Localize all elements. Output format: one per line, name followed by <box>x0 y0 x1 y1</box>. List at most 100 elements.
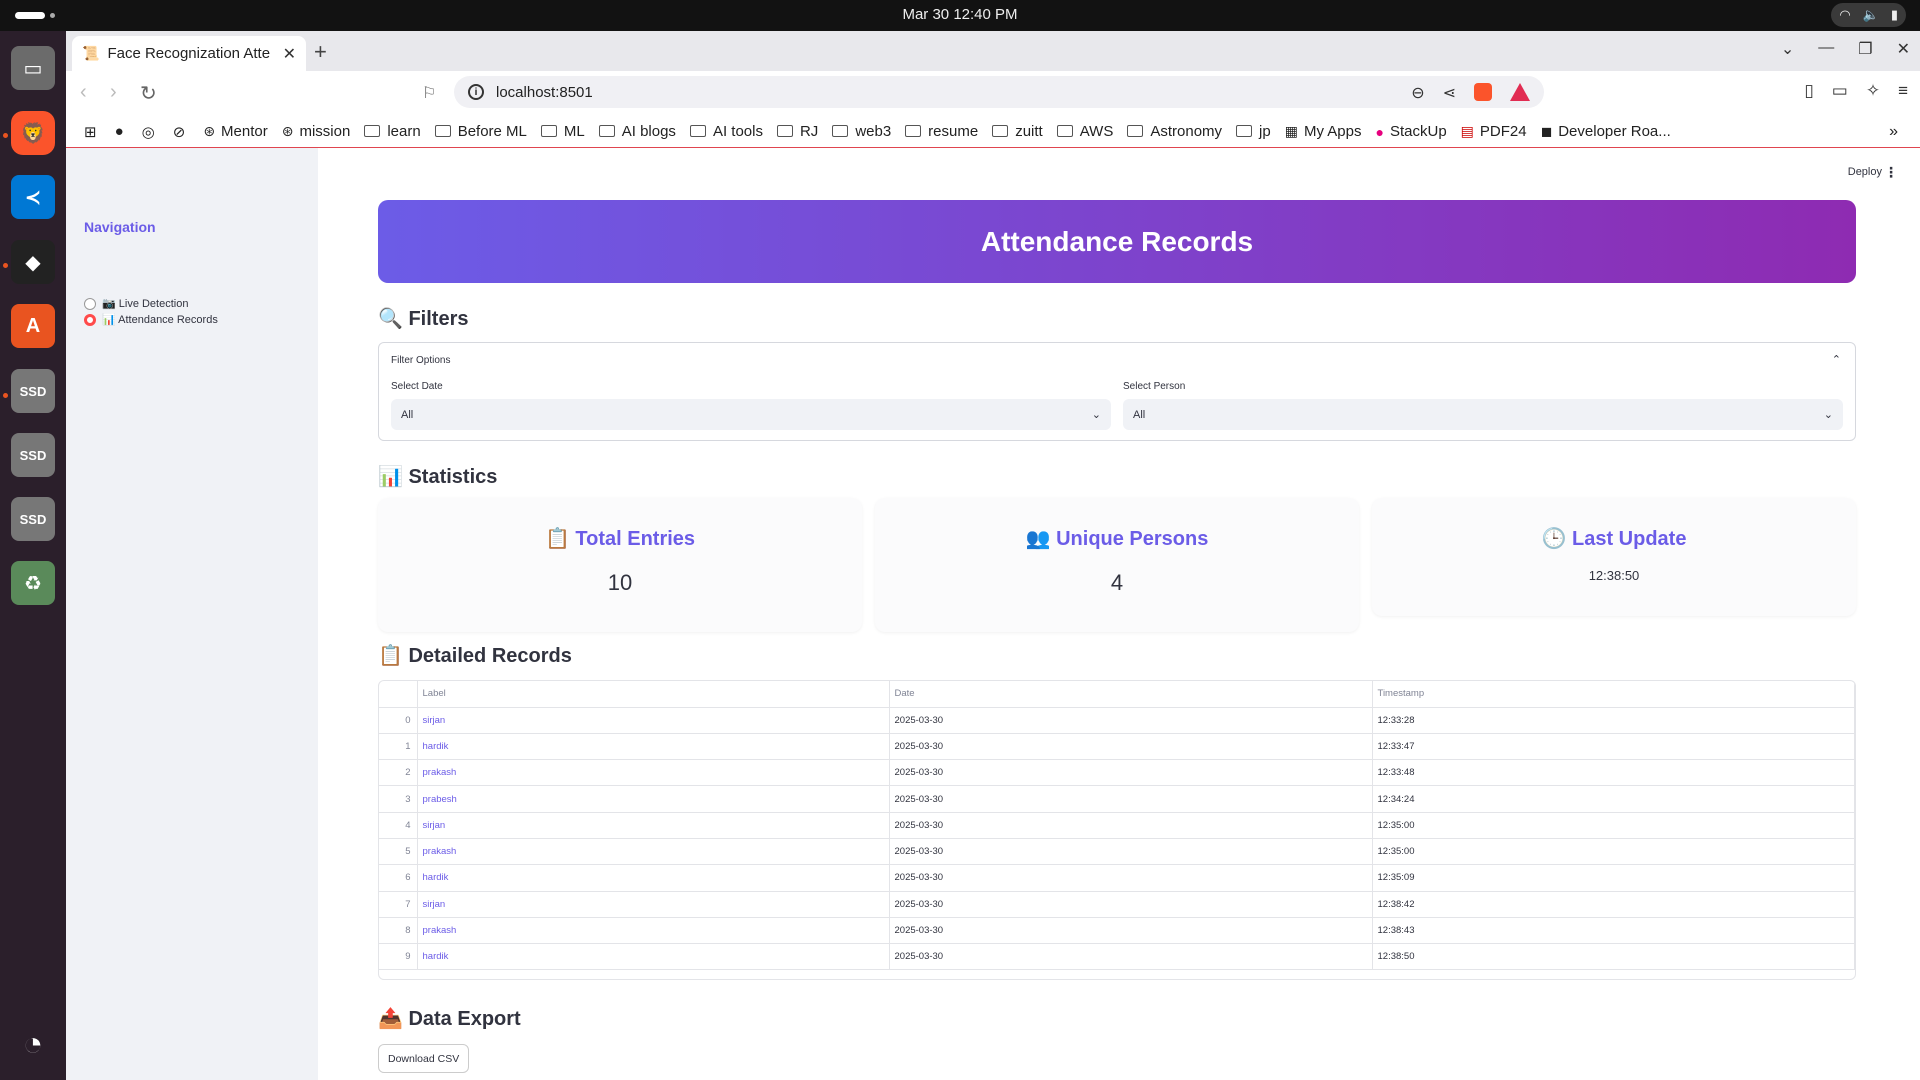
bookmark-folder[interactable]: zuitt <box>992 123 1043 140</box>
bookmark-my-apps[interactable]: ▦ My Apps <box>1285 123 1362 140</box>
target-icon[interactable]: ◎ <box>142 123 155 141</box>
cell-timestamp[interactable]: 12:38:43 <box>1372 917 1855 945</box>
cell-label[interactable]: sirjan <box>417 891 890 918</box>
bookmark-folder[interactable]: web3 <box>832 123 891 140</box>
new-tab-icon[interactable]: + <box>314 39 327 65</box>
deploy-button[interactable]: Deploy <box>1848 166 1882 178</box>
cell-timestamp[interactable]: 12:33:48 <box>1372 759 1855 787</box>
table-row[interactable]: 8 prakash 2025-03-30 12:38:43 <box>379 917 1855 945</box>
table-row[interactable]: 1 hardik 2025-03-30 12:33:47 <box>379 733 1855 761</box>
column-header-label[interactable]: Label <box>417 681 890 708</box>
bookmark-folder[interactable]: jp <box>1236 123 1271 140</box>
cell-date[interactable]: 2025-03-30 <box>889 759 1373 787</box>
maximize-icon[interactable]: ❐ <box>1858 39 1872 59</box>
wallet-icon[interactable]: ▭ <box>1832 81 1848 101</box>
cell-label[interactable]: sirjan <box>417 707 890 734</box>
trash-icon[interactable]: ♻ <box>11 561 55 605</box>
radio-circle[interactable] <box>84 297 96 310</box>
table-row[interactable]: 7 sirjan 2025-03-30 12:38:42 <box>379 891 1855 918</box>
cell-label[interactable]: hardik <box>417 864 890 892</box>
brave-rewards-icon[interactable] <box>1510 83 1530 101</box>
extensions-icon[interactable]: ✧ <box>1866 81 1880 101</box>
cell-label[interactable]: sirjan <box>417 812 890 839</box>
radio-circle-selected[interactable] <box>84 313 96 326</box>
cell-timestamp[interactable]: 12:34:24 <box>1372 785 1855 813</box>
cell-date[interactable]: 2025-03-30 <box>889 733 1373 761</box>
bookmark-mission[interactable]: ⊛ mission <box>282 123 351 140</box>
cell-date[interactable]: 2025-03-30 <box>889 917 1373 945</box>
select-date-dropdown[interactable]: All ⌄ <box>391 399 1111 430</box>
back-icon[interactable]: ‹ <box>80 81 87 104</box>
table-row[interactable]: 6 hardik 2025-03-30 12:35:09 <box>379 864 1855 892</box>
cell-date[interactable]: 2025-03-30 <box>889 785 1373 813</box>
cell-label[interactable]: prakash <box>417 759 890 787</box>
table-row[interactable]: 3 prabesh 2025-03-30 12:34:24 <box>379 785 1855 813</box>
cell-timestamp[interactable]: 12:35:00 <box>1372 812 1855 839</box>
table-row[interactable]: 5 prakash 2025-03-30 12:35:00 <box>379 838 1855 866</box>
cell-date[interactable]: 2025-03-30 <box>889 707 1373 734</box>
cell-date[interactable]: 2025-03-30 <box>889 864 1373 892</box>
active-tab[interactable]: 📜 Face Recognization Atte ✕ <box>72 36 306 71</box>
bookmark-icon[interactable]: ⚐ <box>422 83 436 103</box>
radio-live-detection[interactable]: 📷 Live Detection <box>84 297 188 310</box>
expander-title[interactable]: Filter Options <box>391 355 450 366</box>
bookmark-developer-roadmap[interactable]: ◼ Developer Roa... <box>1541 123 1671 140</box>
site-info-icon[interactable]: i <box>468 84 484 100</box>
select-person-dropdown[interactable]: All ⌄ <box>1123 399 1843 430</box>
cell-date[interactable]: 2025-03-30 <box>889 838 1373 866</box>
reload-icon[interactable]: ↻ <box>140 81 157 106</box>
forward-icon[interactable]: › <box>110 81 117 104</box>
ssd-drive-icon[interactable]: SSD <box>11 433 55 477</box>
tab-search-icon[interactable]: ⌄ <box>1781 39 1794 59</box>
download-csv-button[interactable]: Download CSV <box>378 1044 470 1073</box>
bookmark-folder[interactable]: Before ML <box>434 123 527 140</box>
bookmark-folder[interactable]: Astronomy <box>1127 123 1222 140</box>
brave-browser-icon[interactable]: 🦁 <box>11 111 55 155</box>
bookmark-folder[interactable]: AI tools <box>689 123 763 140</box>
cell-timestamp[interactable]: 12:33:47 <box>1372 733 1855 761</box>
cell-label[interactable]: prakash <box>417 917 890 945</box>
bookmark-stackup[interactable]: ● StackUp <box>1376 123 1447 140</box>
cell-timestamp[interactable]: 12:38:42 <box>1372 891 1855 918</box>
close-tab-icon[interactable]: ✕ <box>283 44 296 64</box>
records-table[interactable]: Label Date Timestamp 0 sirjan 2025-03-30 12… <box>378 680 1856 980</box>
cell-date[interactable]: 2025-03-30 <box>889 812 1373 839</box>
ssd-drive-icon[interactable]: SSD <box>11 497 55 541</box>
zoom-icon[interactable]: ⊖ <box>1411 83 1424 103</box>
column-header-date[interactable]: Date <box>889 681 1373 708</box>
share-icon[interactable]: ⋖ <box>1443 83 1456 103</box>
cell-timestamp[interactable]: 12:38:50 <box>1372 943 1855 971</box>
bookmark-pdf24[interactable]: ▤ PDF24 <box>1461 123 1527 140</box>
minimize-icon[interactable]: — <box>1818 39 1834 59</box>
cell-label[interactable]: prakash <box>417 838 890 866</box>
cell-timestamp[interactable]: 12:35:00 <box>1372 838 1855 866</box>
app-center-icon[interactable]: A <box>11 304 55 348</box>
bookmark-folder[interactable]: ML <box>540 123 585 140</box>
bookmark-folder[interactable]: learn <box>364 123 421 140</box>
column-header-timestamp[interactable]: Timestamp <box>1372 681 1855 708</box>
radio-attendance-records[interactable]: 📊 Attendance Records <box>84 313 218 326</box>
slash-icon[interactable]: ⊘ <box>173 123 186 141</box>
show-apps-icon[interactable]: ◔ <box>11 1022 55 1066</box>
sidebar-toggle-icon[interactable]: ▯ <box>1804 81 1813 101</box>
files-icon[interactable]: ▭ <box>11 46 55 90</box>
bookmark-mentor[interactable]: ⊛ Mentor <box>203 123 267 140</box>
cell-label[interactable]: prabesh <box>417 785 890 813</box>
table-row[interactable]: 0 sirjan 2025-03-30 12:33:28 <box>379 707 1855 734</box>
bookmark-folder[interactable]: AI blogs <box>598 123 676 140</box>
system-tray[interactable]: ◠ 🔈 ▮ <box>1831 3 1906 27</box>
bookmark-folder[interactable]: resume <box>905 123 978 140</box>
cell-timestamp[interactable]: 12:33:28 <box>1372 707 1855 734</box>
table-row[interactable]: 9 hardik 2025-03-30 12:38:50 <box>379 943 1855 971</box>
chevron-up-icon[interactable]: ⌃ <box>1832 353 1841 366</box>
cell-label[interactable]: hardik <box>417 733 890 761</box>
address-bar[interactable]: i localhost:8501 ⊖ ⋖ <box>454 76 1544 108</box>
system-clock[interactable]: Mar 30 12:40 PM <box>0 6 1920 23</box>
close-window-icon[interactable]: ✕ <box>1897 39 1910 59</box>
bookmark-folder[interactable]: RJ <box>776 123 818 140</box>
cell-timestamp[interactable]: 12:35:09 <box>1372 864 1855 892</box>
vscode-icon[interactable]: ≺ <box>11 175 55 219</box>
cell-date[interactable]: 2025-03-30 <box>889 891 1373 918</box>
github-icon[interactable]: ● <box>115 123 124 140</box>
cell-label[interactable]: hardik <box>417 943 890 971</box>
